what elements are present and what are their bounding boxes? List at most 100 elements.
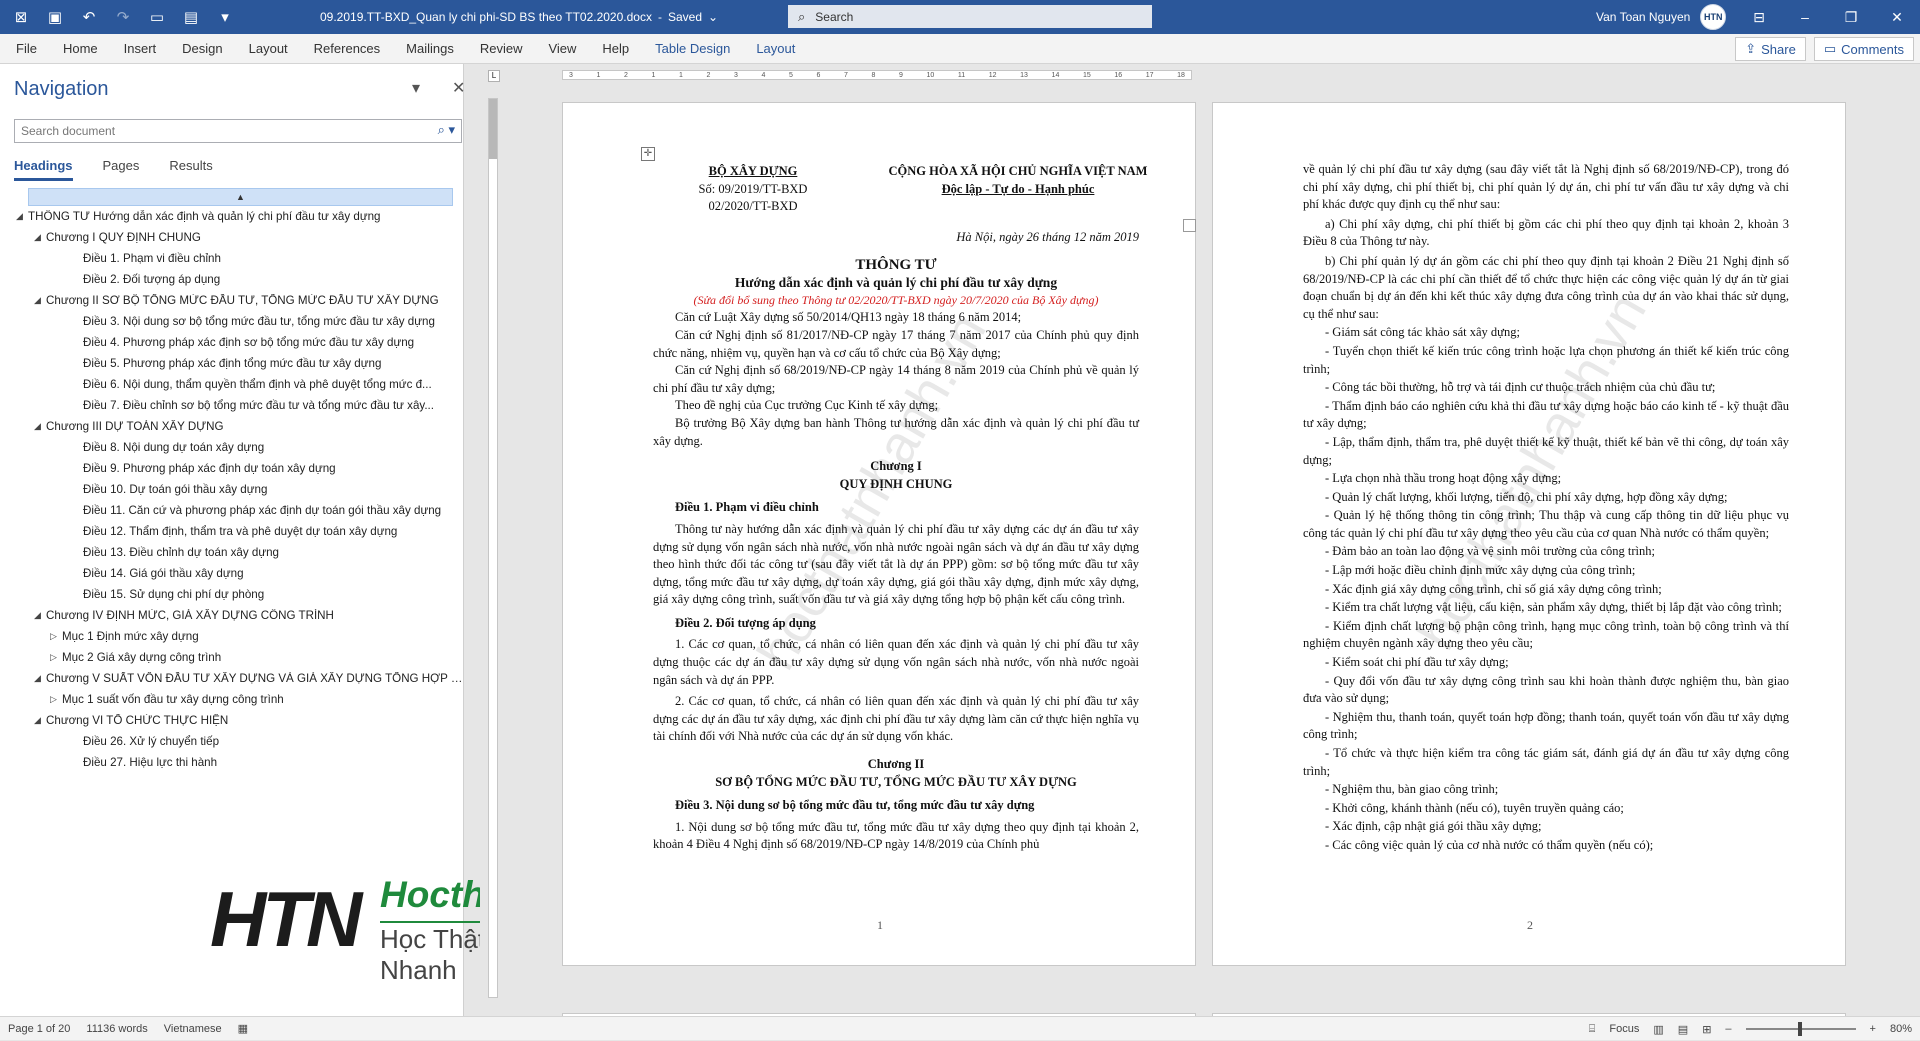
collapse-icon[interactable]: ◢ bbox=[34, 232, 46, 243]
page-1[interactable]: ✛ hocthatnhanh.vn BỘ XÂY DỰNG Số: 09/201… bbox=[562, 102, 1196, 966]
zoom-slider[interactable] bbox=[1745, 1022, 1856, 1036]
heading-item[interactable]: Điều 8. Nội dung dự toán xây dựng bbox=[0, 437, 464, 458]
autosave-icon[interactable]: ⊠ bbox=[6, 4, 36, 30]
tab-mailings[interactable]: Mailings bbox=[393, 34, 467, 64]
heading-item[interactable]: Điều 3. Nội dung sơ bộ tổng mức đầu tư, … bbox=[0, 311, 464, 332]
heading-item[interactable]: Điều 2. Đối tượng áp dụng bbox=[0, 269, 464, 290]
horizontal-ruler[interactable]: 3 1 2 1 1 2 3 4 5 6 7 8 9 10 11 12 13 14 15 16 17 18 bbox=[562, 70, 1192, 80]
heading-item[interactable]: ▷ Mục 1 suất vốn đầu tư xây dựng công trì… bbox=[0, 689, 464, 710]
heading-item[interactable]: Điều 5. Phương pháp xác định tổng mức đầ… bbox=[0, 353, 464, 374]
customize-toolbar-icon[interactable]: ▾ bbox=[210, 4, 240, 30]
document-title[interactable]: 09.2019.TT-BXD_Quan ly chi phi-SD BS the… bbox=[320, 0, 718, 34]
focus-icon[interactable]: ⌸ bbox=[1589, 1023, 1596, 1036]
nav-tab-pages[interactable]: Pages bbox=[103, 158, 140, 181]
heading-item[interactable]: Điều 13. Điều chỉnh dự toán xây dựng bbox=[0, 542, 464, 563]
search-icon: ⌕ bbox=[798, 8, 806, 24]
heading-item[interactable]: Điều 11. Căn cứ và phương pháp xác định … bbox=[0, 500, 464, 521]
tab-references[interactable]: References bbox=[301, 34, 393, 64]
document-area[interactable]: L 3 1 2 1 1 2 3 4 5 6 7 8 9 10 11 12 13 14 15 16 17 18 ✛ hoct… bbox=[480, 64, 1920, 1016]
pane-options-icon[interactable]: ▾ bbox=[412, 78, 420, 98]
page-count[interactable]: Page 1 of 20 bbox=[0, 1023, 78, 1035]
heading-item[interactable]: ◢ Chương IV ĐỊNH MỨC, GIÁ XÂY DỰNG CÔNG T… bbox=[0, 605, 464, 626]
new-document-icon[interactable]: ▤ bbox=[176, 4, 206, 30]
close-icon[interactable]: ✕ bbox=[1874, 0, 1920, 34]
heading-item[interactable]: Điều 7. Điều chỉnh sơ bộ tổng mức đầu tư… bbox=[0, 395, 464, 416]
task-list: - Giám sát công tác khảo sát xây dựng; - … bbox=[1303, 324, 1789, 854]
read-mode-icon[interactable]: ▥ bbox=[1653, 1023, 1663, 1036]
collapse-icon[interactable]: ◢ bbox=[34, 421, 46, 432]
heading-item[interactable]: Điều 26. Xử lý chuyển tiếp bbox=[0, 731, 464, 752]
expand-icon[interactable]: ▷ bbox=[50, 652, 62, 663]
heading-item[interactable]: Điều 14. Giá gói thầu xây dựng bbox=[0, 563, 464, 584]
search-icon[interactable]: ⌕ ▾ bbox=[438, 122, 455, 138]
minimize-icon[interactable]: – bbox=[1782, 0, 1828, 34]
tell-me-search[interactable]: ⌕ Search bbox=[788, 5, 1152, 28]
redo-icon[interactable]: ↷ bbox=[108, 4, 138, 30]
heading-item[interactable]: ◢ THÔNG TƯ Hướng dẫn xác định và quản lý … bbox=[0, 206, 464, 227]
heading-item[interactable]: Điều 10. Dự toán gói thầu xây dựng bbox=[0, 479, 464, 500]
accessibility-icon[interactable]: ▦ bbox=[230, 1022, 256, 1035]
tab-design[interactable]: Design bbox=[169, 34, 235, 64]
heading-item[interactable]: ◢ Chương V SUẤT VỐN ĐẦU TƯ XÂY DỰNG VÀ GI… bbox=[0, 668, 464, 689]
avatar[interactable]: HTN bbox=[1700, 4, 1727, 30]
tab-layout-table[interactable]: Layout bbox=[743, 34, 808, 64]
ribbon-display-icon[interactable]: ⊟ bbox=[1736, 0, 1782, 34]
heading-item[interactable]: Điều 4. Phương pháp xác định sơ bộ tổng … bbox=[0, 332, 464, 353]
web-layout-icon[interactable]: ⊞ bbox=[1702, 1023, 1711, 1036]
tab-table-design[interactable]: Table Design bbox=[642, 34, 743, 64]
zoom-level[interactable]: 80% bbox=[1890, 1023, 1912, 1035]
tab-layout[interactable]: Layout bbox=[236, 34, 301, 64]
heading-item[interactable]: Điều 27. Hiệu lực thi hành bbox=[0, 752, 464, 773]
nav-tab-results[interactable]: Results bbox=[169, 158, 212, 181]
tab-help[interactable]: Help bbox=[589, 34, 642, 64]
heading-item[interactable]: Điều 15. Sử dụng chi phí dự phòng bbox=[0, 584, 464, 605]
page-2[interactable]: hocthatnhanh.vn về quản lý chi phí đầu t… bbox=[1212, 102, 1846, 966]
task-item: - Tuyển chọn thiết kế kiến trúc công trì… bbox=[1303, 343, 1789, 376]
tab-view[interactable]: View bbox=[535, 34, 589, 64]
collapse-icon[interactable]: ◢ bbox=[34, 610, 46, 621]
tab-review[interactable]: Review bbox=[467, 34, 536, 64]
heading-item[interactable]: ◢ Chương III DỰ TOÁN XÂY DỰNG bbox=[0, 416, 464, 437]
heading-item[interactable]: ▷ Mục 2 Giá xây dựng công trình bbox=[0, 647, 464, 668]
comments-button[interactable]: ▭ Comments bbox=[1813, 37, 1914, 61]
table-move-icon[interactable]: ✛ bbox=[641, 147, 655, 161]
zoom-in-icon[interactable]: + bbox=[1870, 1023, 1876, 1035]
table-resize-handle[interactable] bbox=[1183, 219, 1196, 232]
heading-item[interactable]: Điều 1. Phạm vi điều chỉnh bbox=[0, 248, 464, 269]
heading-item[interactable]: Điều 9. Phương pháp xác định dự toán xây… bbox=[0, 458, 464, 479]
heading-item[interactable]: ◢ Chương II SƠ BỘ TỔNG MỨC ĐẦU TƯ, TỔNG M… bbox=[0, 290, 464, 311]
heading-item[interactable]: Điều 12. Thẩm định, thẩm tra và phê duyệ… bbox=[0, 521, 464, 542]
restore-icon[interactable]: ❐ bbox=[1828, 0, 1874, 34]
share-button[interactable]: ⇪ Share bbox=[1735, 37, 1806, 61]
undo-icon[interactable]: ↶ bbox=[74, 4, 104, 30]
nav-tab-headings[interactable]: Headings bbox=[14, 158, 73, 181]
save-icon[interactable]: ▣ bbox=[40, 4, 70, 30]
print-layout-icon[interactable]: ▤ bbox=[1678, 1023, 1688, 1036]
language[interactable]: Vietnamese bbox=[156, 1023, 230, 1035]
expand-icon[interactable]: ▷ bbox=[50, 631, 62, 642]
heading-item[interactable]: ◢ Chương I QUY ĐỊNH CHUNG bbox=[0, 227, 464, 248]
tab-file[interactable]: File bbox=[0, 34, 50, 64]
vertical-ruler[interactable] bbox=[488, 98, 498, 998]
heading-item[interactable]: ▷ Mục 1 Định mức xây dựng bbox=[0, 626, 464, 647]
collapse-icon[interactable]: ◢ bbox=[34, 673, 46, 684]
search-document-input[interactable]: Search document ⌕ ▾ bbox=[14, 119, 462, 143]
heading-item[interactable]: Điều 6. Nội dung, thẩm quyền thẩm định v… bbox=[0, 374, 464, 395]
open-folder-icon[interactable]: ▭ bbox=[142, 4, 172, 30]
zoom-out-icon[interactable]: – bbox=[1725, 1023, 1731, 1035]
collapse-icon[interactable]: ◢ bbox=[16, 211, 28, 222]
heading-item[interactable]: ◢ Chương VI TỔ CHỨC THỰC HIỆN bbox=[0, 710, 464, 731]
scroll-up-button[interactable]: ▲ bbox=[28, 188, 453, 206]
close-pane-icon[interactable]: ✕ bbox=[452, 78, 465, 98]
tab-home[interactable]: Home bbox=[50, 34, 111, 64]
focus-label[interactable]: Focus bbox=[1609, 1023, 1639, 1035]
tab-insert[interactable]: Insert bbox=[111, 34, 170, 64]
collapse-icon[interactable]: ◢ bbox=[34, 715, 46, 726]
zoom-slider-handle[interactable] bbox=[1797, 1022, 1802, 1036]
expand-icon[interactable]: ▷ bbox=[50, 694, 62, 705]
page-2-content: về quản lý chi phí đầu tư xây dựng (sau … bbox=[1303, 161, 1789, 855]
collapse-icon[interactable]: ◢ bbox=[34, 295, 46, 306]
tab-selector[interactable]: L bbox=[488, 70, 500, 82]
user-account[interactable]: Van Toan Nguyen HTN bbox=[1596, 0, 1727, 34]
word-count[interactable]: 11136 words bbox=[78, 1023, 155, 1035]
